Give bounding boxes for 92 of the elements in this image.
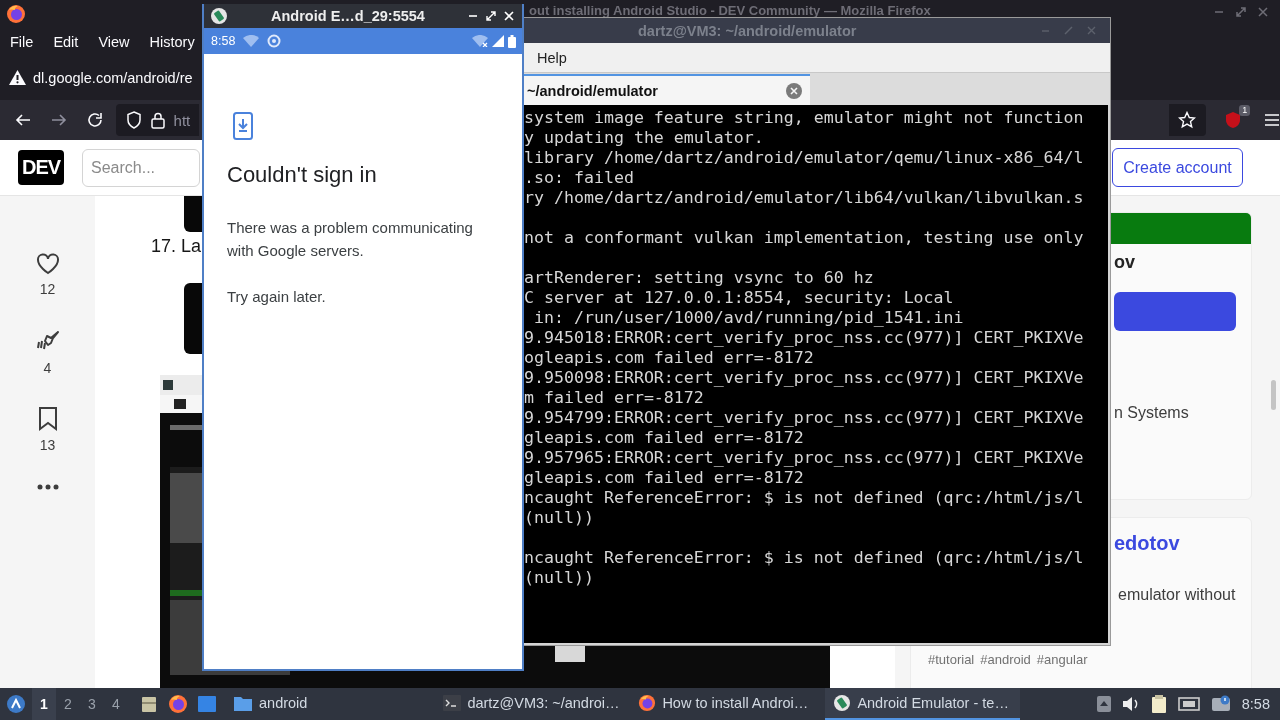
- workspace-button[interactable]: 1: [32, 688, 56, 720]
- section-heading: 17. La: [151, 236, 202, 258]
- star-icon: [1178, 111, 1197, 129]
- terminal-line: ncaught ReferenceError: $ is not defined (qrc:/html/js/l: [524, 488, 1085, 508]
- terminal-line: y updating the emulator.: [524, 128, 765, 148]
- clipboard-icon[interactable]: [1150, 694, 1167, 714]
- emulator-icon: [210, 7, 228, 25]
- terminal-icon: [443, 695, 462, 711]
- terminal-line: 9.954799:ERROR:cert_verify_proc_nss.cc(977)] CERT_PKIXVe: [524, 408, 1085, 428]
- clock: 8:58: [1241, 696, 1270, 712]
- taskbar-button[interactable]: android: [225, 688, 316, 720]
- emulator-icon: [833, 694, 852, 712]
- article-title[interactable]: emulator without: [1118, 586, 1236, 604]
- file-cabinet-icon[interactable]: [140, 695, 158, 713]
- menu-item[interactable]: Help: [527, 49, 577, 66]
- author-link[interactable]: edotov: [1114, 532, 1180, 555]
- notice-url[interactable]: dl.google.com/android/re: [33, 69, 193, 86]
- terminal-line: m failed err=-8172: [524, 388, 705, 408]
- taskbar-button[interactable]: dartz@VM3: ~/androi…: [435, 688, 631, 720]
- dialog-message: There was a problem communicating with Google servers.: [227, 218, 474, 261]
- battery-icon: [508, 34, 516, 48]
- menu-icon[interactable]: [1263, 113, 1280, 127]
- terminal-line: (null)): [524, 508, 595, 528]
- sync-icon: [267, 34, 282, 48]
- tag[interactable]: #angular: [1036, 652, 1088, 667]
- tag[interactable]: #android: [980, 652, 1031, 667]
- warning-icon: [9, 70, 26, 85]
- wifi-off-icon: [472, 35, 488, 47]
- extension-badge: 1: [1239, 105, 1251, 116]
- terminal-line: C server at 127.0.0.1:8554, security: Local: [524, 288, 955, 308]
- bookmark-button[interactable]: [1168, 104, 1207, 136]
- author-name[interactable]: ov: [1114, 252, 1135, 273]
- author-work: n Systems: [1114, 404, 1189, 422]
- reaction-count: 12: [39, 281, 56, 297]
- window-title: dartz@VM3: ~/android/emulator: [638, 22, 857, 39]
- dev-logo[interactable]: DEV: [18, 150, 64, 185]
- more-icon[interactable]: [36, 484, 59, 490]
- terminal-line: 9.945018:ERROR:cert_verify_proc_nss.cc(977)] CERT_PKIXVe: [524, 328, 1085, 348]
- reaction-count: 4: [43, 360, 52, 376]
- network-icon[interactable]: [1177, 696, 1200, 712]
- status-clock: 8:58: [211, 34, 236, 48]
- taskbar-button[interactable]: Android Emulator - te…: [825, 688, 1021, 720]
- workspace-button[interactable]: 3: [80, 688, 104, 720]
- scrollbar-thumb[interactable]: [1271, 380, 1276, 410]
- dialog-message: Try again later.: [227, 287, 327, 307]
- window-title: Android E…d_29:5554: [270, 8, 426, 24]
- terminal-line: 9.950098:ERROR:cert_verify_proc_nss.cc(977)] CERT_PKIXVe: [524, 368, 1085, 388]
- terminal-line: gleapis.com failed err=-8172: [524, 428, 805, 448]
- search-field[interactable]: Search...: [82, 148, 200, 187]
- firefox-icon[interactable]: [168, 694, 188, 714]
- terminal-line: .so: failed: [524, 168, 635, 188]
- tab-close-icon[interactable]: [786, 82, 802, 99]
- terminal-line: not a conformant vulkan implementation, testing use only: [524, 228, 1085, 248]
- shield-icon: [125, 111, 142, 129]
- window-title: out installing Android Studio - DEV Community — Mozilla Firefox: [529, 4, 931, 18]
- menu-item[interactable]: File: [0, 33, 44, 50]
- menu-item[interactable]: History: [139, 33, 205, 50]
- terminal-line: gleapis.com failed err=-8172: [524, 468, 805, 488]
- dialog-heading: Couldn't sign in: [227, 162, 378, 188]
- firefox-icon[interactable]: [638, 694, 657, 712]
- terminal-line: in: /run/user/1000/avd/running/pid_1541.ini: [533, 308, 965, 328]
- bookmark-icon[interactable]: [37, 407, 58, 431]
- tag[interactable]: #tutorial: [928, 652, 975, 667]
- terminal-line: ogleapis.com failed err=-8172: [524, 348, 815, 368]
- terminal-line: 9.957965:ERROR:cert_verify_proc_nss.cc(977)] CERT_PKIXVe: [524, 448, 1085, 468]
- terminal-line: library /home/dartz/android/emulator/qemu/linux-x86_64/l: [524, 148, 1085, 168]
- reload-icon[interactable]: [85, 111, 104, 129]
- volume-icon[interactable]: [1121, 696, 1140, 712]
- taskbar-button[interactable]: How to install Androi…: [630, 688, 826, 720]
- terminal-line: ry /home/dartz/android/emulator/lib64/vulkan/libvulkan.s: [524, 188, 1085, 208]
- terminal-line: (null)): [524, 568, 595, 588]
- terminal-line: system image feature string, emulator might not function: [524, 108, 1085, 128]
- reaction-count: 13: [39, 437, 56, 453]
- heart-icon[interactable]: [35, 253, 60, 275]
- start-menu-icon[interactable]: [6, 694, 26, 714]
- firefox-icon[interactable]: [6, 4, 26, 24]
- workspace-button[interactable]: 4: [104, 688, 128, 720]
- menu-item[interactable]: Edit: [43, 33, 89, 50]
- create-account-button[interactable]: Create account: [1112, 148, 1243, 187]
- terminal-line: ncaught ReferenceError: $ is not defined (qrc:/html/js/l: [524, 548, 1085, 568]
- terminal-line: artRenderer: setting vsync to 60 hz: [524, 268, 875, 288]
- phone-download-icon: [233, 112, 253, 140]
- notification-icon[interactable]: [1210, 695, 1231, 713]
- signal-icon: [492, 35, 504, 47]
- window-icon[interactable]: [197, 695, 217, 713]
- wifi-icon: [243, 35, 260, 47]
- menu-item[interactable]: View: [88, 33, 140, 50]
- workspace-button[interactable]: 2: [56, 688, 80, 720]
- lock-icon: [150, 111, 165, 129]
- folder-icon: [233, 694, 253, 712]
- address-bar[interactable]: htt: [115, 104, 199, 136]
- expand-tray-icon[interactable]: [1096, 696, 1111, 712]
